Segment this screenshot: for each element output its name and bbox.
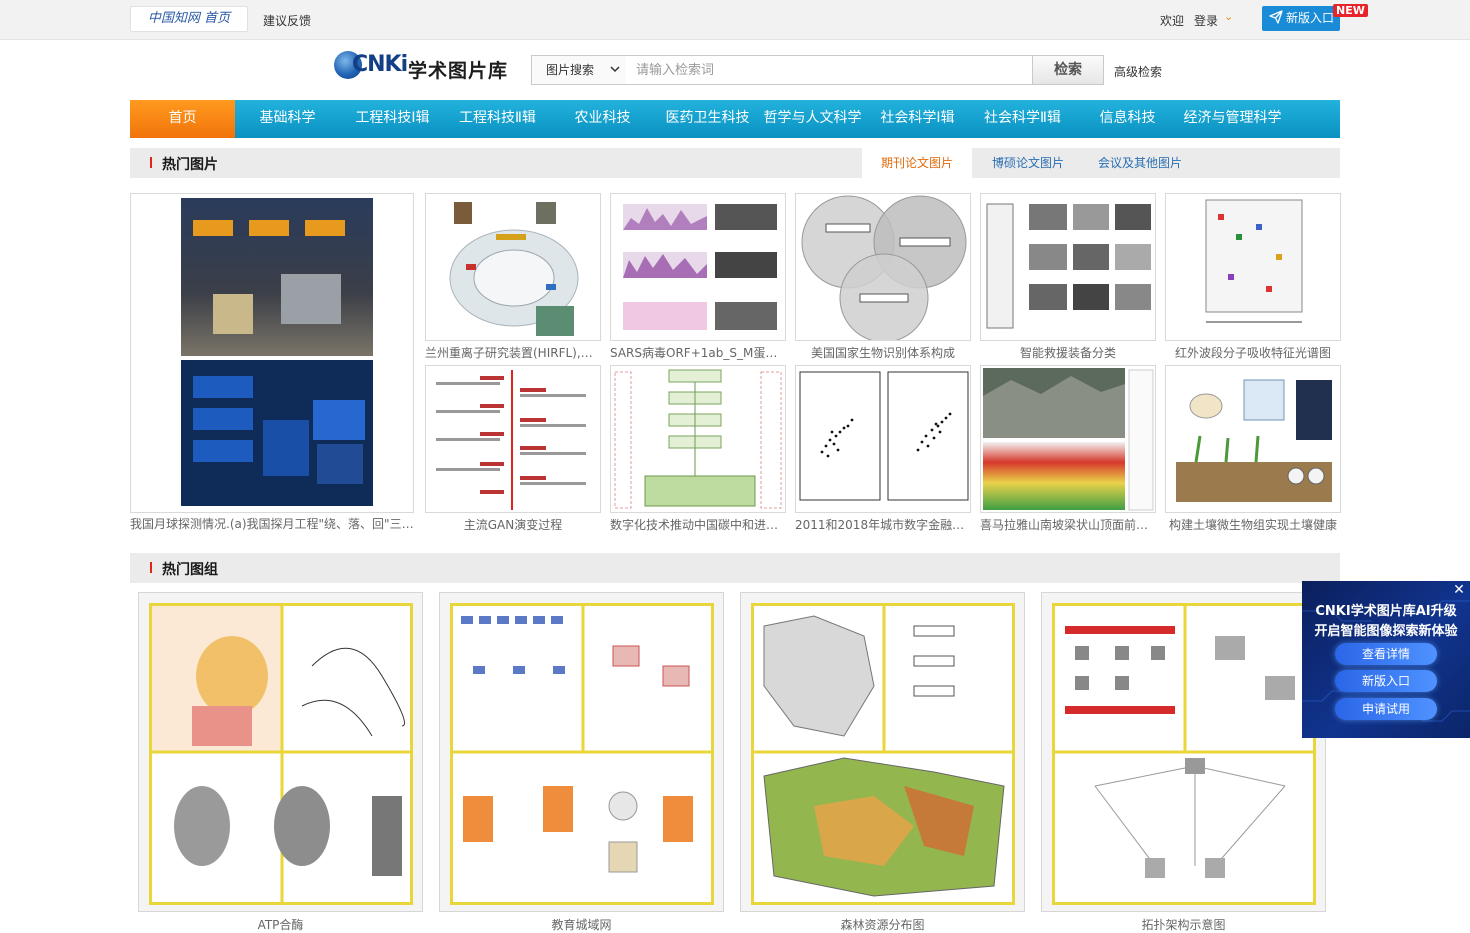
image-group-card[interactable] (439, 592, 724, 912)
hot-image-caption[interactable]: 红外波段分子吸收特征光谱图 (1165, 344, 1341, 361)
send-icon (1269, 10, 1283, 24)
advanced-search-link[interactable]: 高级检索 (1114, 63, 1162, 80)
promo-trial-button[interactable]: 申请试用 (1335, 698, 1437, 720)
nav-item-humanities[interactable]: 哲学与人文科学 (760, 100, 865, 138)
logo-cnki-text: CNKi (352, 52, 408, 77)
nav-item-home[interactable]: 首页 (130, 100, 235, 138)
hot-image-thumb[interactable] (425, 365, 601, 513)
hot-image-caption[interactable]: 数字化技术推动中国碳中和进程路径 (610, 516, 786, 533)
hot-images-header: 热门图片 期刊论文图片 博硕论文图片 会议及其他图片 (130, 148, 1340, 178)
group-frame (751, 603, 1015, 905)
nav-item-economics[interactable]: 经济与管理科学 (1180, 100, 1285, 138)
group-frame (149, 603, 413, 905)
hot-image-thumb[interactable] (795, 365, 971, 513)
promo-subtitle: 开启智能图像探索新体验 (1314, 624, 1458, 639)
category-nav: 首页 基础科学 工程科技Ⅰ辑 工程科技Ⅱ辑 农业科技 医药卫生科技 哲学与人文科… (130, 100, 1340, 138)
section-title: 热门图组 (162, 562, 218, 578)
hot-image-caption[interactable]: 美国国家生物识别体系构成 (795, 344, 971, 361)
nav-item-engineering-1[interactable]: 工程科技Ⅰ辑 (340, 100, 445, 138)
site-logo[interactable]: CNKi 学术图片库 (334, 50, 514, 86)
hot-image-thumb[interactable] (610, 193, 786, 341)
hot-image-thumb[interactable] (980, 193, 1156, 341)
nav-item-basic-science[interactable]: 基础科学 (235, 100, 340, 138)
hot-image-caption[interactable]: 喜马拉雅山南坡梁状山顶面前缘地形 (980, 516, 1156, 533)
hot-groups-header: 热门图组 (130, 553, 1340, 583)
hot-image-caption[interactable]: 构建土壤微生物组实现土壤健康 (1165, 516, 1341, 533)
section-marker (150, 562, 152, 573)
hot-image-thumb[interactable] (980, 365, 1156, 513)
image-group-card[interactable] (1041, 592, 1326, 912)
image-group-card[interactable] (740, 592, 1025, 912)
feedback-link[interactable]: 建议反馈 (263, 12, 311, 29)
hot-image-thumb[interactable] (795, 193, 971, 341)
group-frame (1052, 603, 1316, 905)
promo-new-version-button[interactable]: 新版入口 (1335, 670, 1437, 692)
hot-image-thumb[interactable] (425, 193, 601, 341)
nav-item-information[interactable]: 信息科技 (1075, 100, 1180, 138)
login-link[interactable]: 登录 (1194, 12, 1218, 29)
promo-details-button[interactable]: 查看详情 (1335, 643, 1437, 665)
tab-conference-images[interactable]: 会议及其他图片 (1084, 148, 1196, 178)
featured-image[interactable] (130, 193, 414, 513)
nav-item-social-science-1[interactable]: 社会科学Ⅰ辑 (865, 100, 970, 138)
group-caption[interactable]: 教育城域网 (439, 916, 724, 933)
hot-image-thumb[interactable] (1165, 365, 1341, 513)
close-icon[interactable]: ✕ (1452, 583, 1466, 597)
hot-image-thumb[interactable] (1165, 193, 1341, 341)
section-title: 热门图片 (162, 157, 218, 173)
hot-image-caption[interactable]: 2011和2018年城市数字金融覆盖广度与经济 (795, 516, 971, 533)
promo-title: CNKI学术图片库AI升级 (1315, 604, 1457, 619)
featured-image-caption[interactable]: 我国月球探测情况.(a)我国探月工程"绕、落、回"三步走战略 (130, 515, 414, 532)
nav-item-medicine[interactable]: 医药卫生科技 (655, 100, 760, 138)
group-caption[interactable]: 森林资源分布图 (740, 916, 1025, 933)
nav-item-social-science-2[interactable]: 社会科学Ⅱ辑 (970, 100, 1075, 138)
hot-image-caption[interactable]: 主流GAN演变过程 (425, 516, 601, 533)
group-frame (450, 603, 714, 905)
nav-item-agriculture[interactable]: 农业科技 (550, 100, 655, 138)
logo-title: 学术图片库 (408, 60, 509, 82)
hot-image-thumb[interactable] (610, 365, 786, 513)
group-caption[interactable]: 拓扑架构示意图 (1041, 916, 1326, 933)
tab-thesis-images[interactable]: 博硕论文图片 (972, 148, 1084, 178)
welcome-text: 欢迎 (1160, 14, 1185, 28)
cnki-home-logo[interactable]: 中国知网 首页 (130, 6, 248, 32)
hot-image-caption[interactable]: 兰州重离子研究装置(HIRFL),包括冷却储存环 (425, 344, 601, 361)
hot-image-caption[interactable]: 智能救援装备分类 (980, 344, 1156, 361)
hot-image-caption[interactable]: SARS病毒ORF+1ab_S_M蛋白序列对比 (610, 344, 786, 361)
chevron-down-icon (610, 66, 620, 73)
group-caption[interactable]: ATP合酶 (138, 916, 423, 933)
tab-journal-images[interactable]: 期刊论文图片 (862, 148, 972, 178)
new-badge: NEW (1333, 4, 1368, 17)
search-button[interactable]: 检索 (1032, 55, 1104, 85)
nav-item-engineering-2[interactable]: 工程科技Ⅱ辑 (445, 100, 550, 138)
section-marker (150, 157, 152, 168)
chevron-down-icon[interactable]: ⌄ (1224, 10, 1233, 23)
search-input[interactable] (626, 55, 1033, 85)
image-group-card[interactable] (138, 592, 423, 912)
